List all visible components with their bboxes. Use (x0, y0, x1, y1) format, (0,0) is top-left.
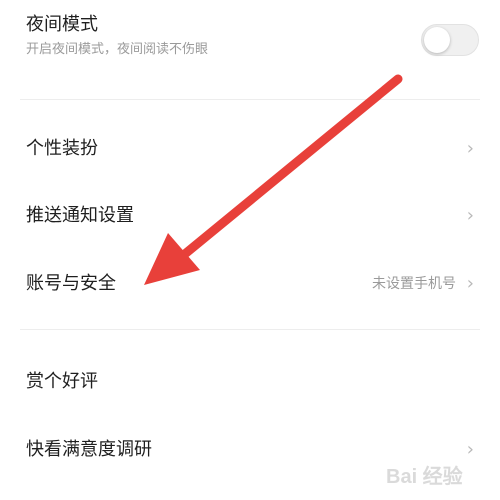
annotation-arrow-icon (144, 74, 403, 285)
watermark-text: Bai 经验 (386, 466, 463, 488)
baidu-watermark: Bai 经验 (380, 452, 490, 492)
